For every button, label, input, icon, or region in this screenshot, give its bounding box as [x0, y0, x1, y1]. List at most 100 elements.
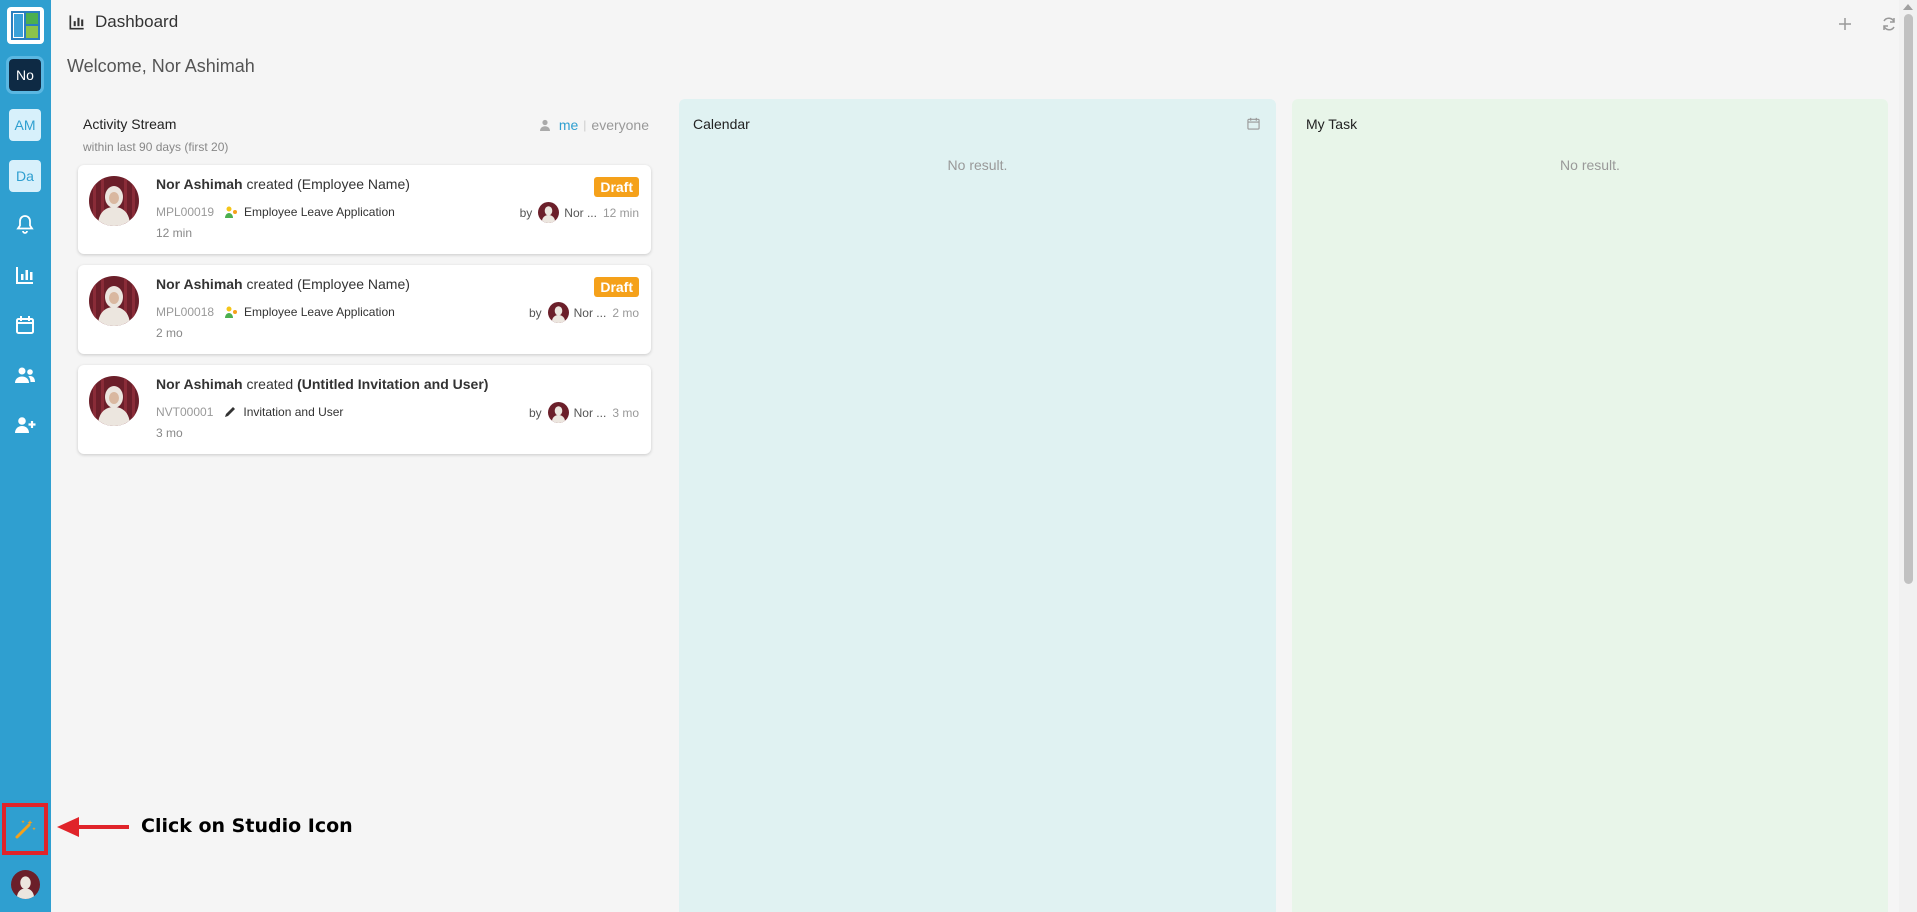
- record-code[interactable]: MPL00018: [156, 305, 214, 319]
- avatar-image: [547, 302, 569, 323]
- workspace-da-label: Da: [16, 168, 34, 184]
- invite-user-button[interactable]: [10, 410, 40, 440]
- activity-action: created: [242, 276, 298, 292]
- activity-time: 12 min: [156, 226, 193, 240]
- page-scrollbar[interactable]: [1899, 0, 1917, 912]
- chart-icon: [16, 267, 33, 284]
- users-icon: [15, 367, 35, 383]
- studio-button[interactable]: [2, 803, 48, 855]
- app-logo[interactable]: [7, 7, 44, 44]
- status-badge: Draft: [594, 177, 639, 197]
- page-title-text: Dashboard: [95, 12, 179, 31]
- activity-target[interactable]: (Employee Name): [297, 276, 410, 292]
- activity-time: 3 mo: [156, 426, 183, 440]
- activity-headline: Nor Ashimah created (Untitled Invitation…: [156, 376, 488, 392]
- avatar-image: [11, 870, 40, 899]
- activity-user[interactable]: Nor Ashimah: [156, 176, 243, 192]
- user-plus-icon: [15, 417, 36, 433]
- activity-action: created: [242, 176, 298, 192]
- activity-target[interactable]: (Untitled Invitation and User): [297, 376, 488, 392]
- annotation-text: Click on Studio Icon: [141, 815, 353, 837]
- avatar-image: [89, 176, 139, 226]
- workspace-am-button[interactable]: AM: [9, 109, 41, 141]
- activity-action: created: [242, 376, 298, 392]
- activity-card[interactable]: Nor Ashimah created (Untitled Invitation…: [78, 365, 651, 454]
- activity-stream-panel: Activity Stream me | everyone within las…: [69, 99, 659, 912]
- refresh-button[interactable]: [1879, 14, 1899, 34]
- activity-subtitle: within last 90 days (first 20): [83, 140, 229, 154]
- plus-icon: [1839, 18, 1851, 30]
- calendar-empty: No result.: [947, 157, 1008, 173]
- activity-card[interactable]: Nor Ashimah created (Employee Name) Draf…: [78, 265, 651, 354]
- record-code[interactable]: MPL00019: [156, 205, 214, 219]
- notifications-button[interactable]: [10, 210, 40, 240]
- scroll-thumb[interactable]: [1904, 14, 1913, 584]
- avatar: [89, 276, 139, 326]
- my-task-panel: My Task No result.: [1292, 99, 1888, 912]
- leave-app-icon: [225, 206, 238, 218]
- chart-icon: [69, 15, 84, 30]
- app-name[interactable]: Invitation and User: [243, 405, 343, 419]
- calendar-panel: Calendar No result.: [679, 99, 1276, 912]
- by-ago: 3 mo: [612, 405, 639, 420]
- record-code[interactable]: NVT00001: [156, 405, 213, 419]
- activity-card[interactable]: Nor Ashimah created (Employee Name) Draf…: [78, 165, 651, 254]
- top-actions: [1835, 14, 1899, 34]
- calendar-nav-button[interactable]: [10, 310, 40, 340]
- activity-headline: Nor Ashimah created (Employee Name): [156, 176, 410, 192]
- avatar: [89, 176, 139, 226]
- by-label: by: [528, 405, 542, 420]
- activity-meta: MPL00018 Employee Leave Application: [156, 305, 395, 319]
- calendar-icon: [1247, 117, 1260, 130]
- by-avatar: [538, 202, 560, 223]
- user-avatar[interactable]: [11, 870, 40, 899]
- app-name[interactable]: Employee Leave Application: [244, 205, 395, 219]
- activity-user[interactable]: Nor Ashimah: [156, 276, 243, 292]
- calendar-open-button[interactable]: [1247, 117, 1260, 135]
- by-avatar: [547, 302, 569, 323]
- activity-by: by Nor ... 12 min: [520, 202, 639, 223]
- filter-separator: |: [583, 118, 587, 132]
- activity-user[interactable]: Nor Ashimah: [156, 376, 243, 392]
- by-name: Nor ...: [573, 305, 607, 320]
- status-badge: Draft: [594, 277, 639, 297]
- calendar-title: Calendar: [693, 116, 750, 132]
- by-avatar: [547, 402, 569, 423]
- calendar-icon: [16, 316, 34, 334]
- leave-app-icon: [225, 306, 238, 318]
- logo-icon: [11, 11, 40, 40]
- by-name: Nor ...: [573, 405, 607, 420]
- my-task-title: My Task: [1306, 116, 1358, 132]
- pen-icon: [225, 407, 236, 417]
- workspace-am-label: AM: [14, 117, 36, 133]
- by-label: by: [528, 305, 542, 320]
- users-nav-button[interactable]: [10, 360, 40, 390]
- topbar: Dashboard: [51, 0, 1899, 50]
- by-name: Nor ...: [564, 205, 597, 220]
- bell-icon: [16, 215, 34, 234]
- by-ago: 12 min: [602, 205, 639, 220]
- annotation-arrow-icon: [57, 817, 129, 837]
- avatar-image: [547, 402, 569, 423]
- activity-meta: MPL00019 Employee Leave Application: [156, 205, 395, 219]
- app-name[interactable]: Employee Leave Application: [244, 305, 395, 319]
- avatar-image: [89, 376, 139, 426]
- add-button[interactable]: [1835, 14, 1855, 34]
- sidebar: No AM Da: [0, 0, 51, 912]
- filter-me-link[interactable]: me: [559, 117, 578, 133]
- scroll-up-arrow[interactable]: [1903, 4, 1913, 10]
- page-title: Dashboard: [67, 12, 178, 32]
- activity-stream-title: Activity Stream: [83, 116, 177, 132]
- activity-by: by Nor ... 2 mo: [529, 302, 639, 323]
- workspace-da-button[interactable]: Da: [9, 160, 41, 192]
- avatar: [89, 376, 139, 426]
- activity-target[interactable]: (Employee Name): [297, 176, 410, 192]
- my-task-empty: No result.: [1560, 157, 1620, 173]
- activity-meta: NVT00001 Invitation and User: [156, 405, 343, 419]
- studio-wand-icon: [15, 820, 36, 839]
- activity-by: by Nor ... 3 mo: [529, 402, 639, 423]
- workspace-no-button[interactable]: No: [6, 56, 44, 94]
- avatar-image: [89, 276, 139, 326]
- dashboard-nav-button[interactable]: [10, 260, 40, 290]
- filter-everyone-link[interactable]: everyone: [591, 117, 649, 133]
